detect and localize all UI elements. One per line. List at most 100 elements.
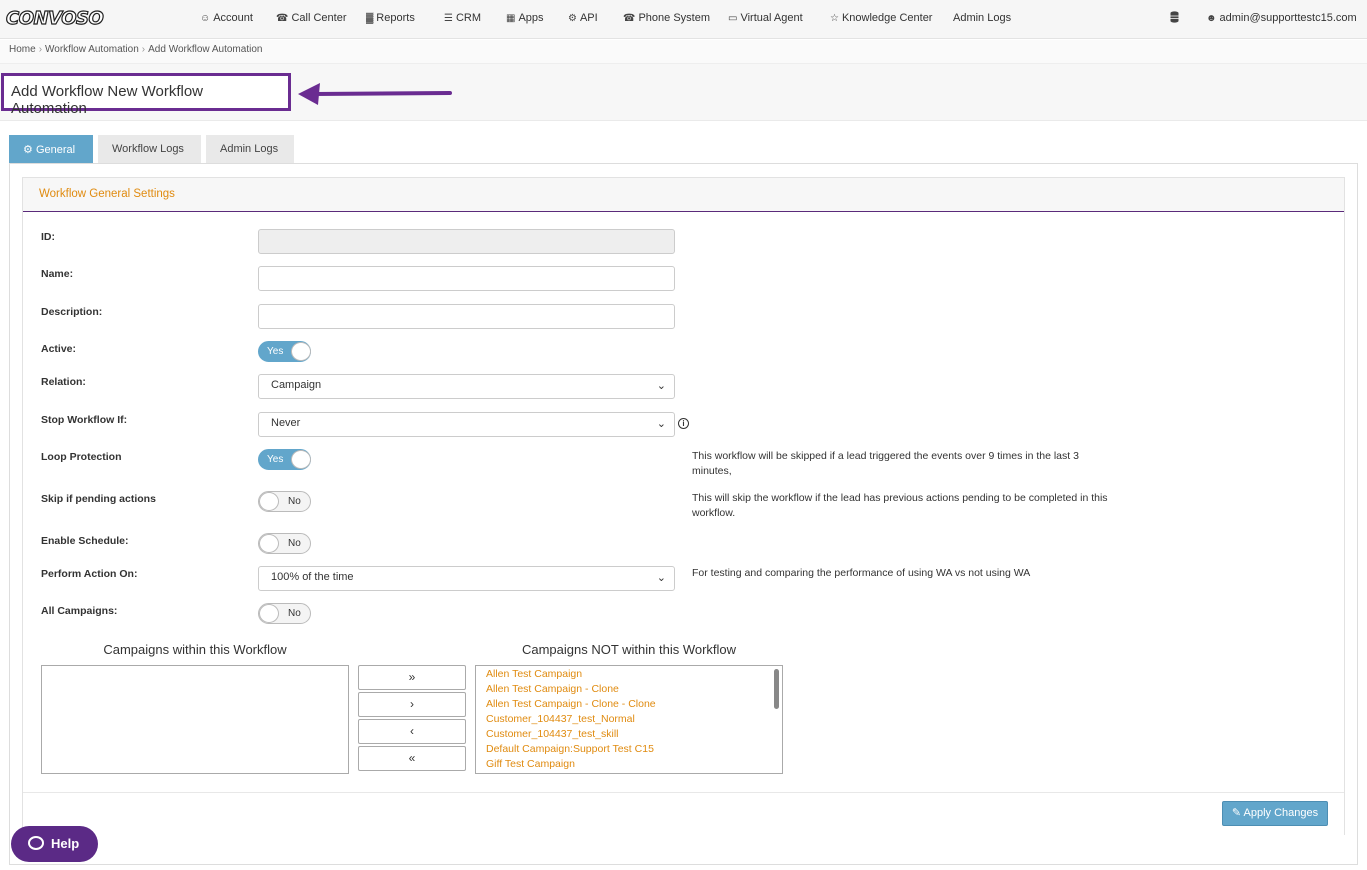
nav-phone-system[interactable]: ☎ Phone System (623, 12, 710, 24)
card-footer (23, 792, 1344, 836)
convoso-logo[interactable]: CONVOSO (5, 7, 104, 29)
list-item[interactable]: Allen Test Campaign (476, 667, 782, 682)
skip-pending-toggle[interactable]: No (258, 491, 311, 512)
chevron-down-icon: ⌄ (656, 418, 666, 430)
breadcrumb-home[interactable]: Home (9, 44, 36, 55)
name-field[interactable] (258, 266, 675, 291)
nav-api-label: API (579, 12, 598, 24)
toggle-knob (259, 604, 279, 623)
grid-icon: ▦ (506, 13, 516, 24)
nav-admin-logs-label: Admin Logs (953, 12, 1012, 24)
active-toggle[interactable]: Yes (258, 341, 311, 362)
nav-knowledge-center-label: Knowledge Center (841, 12, 933, 24)
toggle-knob (291, 342, 311, 361)
toggle-knob (259, 492, 279, 511)
move-left-button[interactable]: ‹ (358, 719, 466, 744)
nav-reports-label: Reports (376, 12, 415, 24)
nav-crm-label: CRM (455, 12, 482, 24)
card-title: Workflow General Settings (23, 178, 1344, 212)
page-title: Add Workflow New Workflow Automation (1, 73, 291, 117)
breadcrumb-separator: › (141, 44, 146, 55)
bar-chart-icon: ▓ (366, 13, 374, 24)
perform-action-label: Perform Action On: (41, 568, 138, 580)
nav-api[interactable]: ⚙ API (568, 12, 598, 24)
list-item[interactable]: Customer_104437_test_skill (476, 727, 782, 742)
relation-label: Relation: (41, 376, 86, 388)
breadcrumb-current: Add Workflow Automation (148, 44, 263, 55)
user-menu[interactable]: ☻ admin@supporttestc15.com (1206, 12, 1357, 24)
nav-apps-label: Apps (518, 12, 544, 24)
annotation-arrow (298, 83, 452, 105)
nav-admin-logs[interactable]: Admin Logs (953, 12, 1011, 24)
move-all-left-button[interactable]: « (358, 746, 466, 771)
breadcrumb-separator: › (38, 44, 43, 55)
description-label: Description: (41, 306, 103, 318)
list-icon: ☰ (444, 13, 453, 24)
list-item[interactable]: Allen Test Campaign - Clone - Clone (476, 697, 782, 712)
user-icon: ☻ (1206, 13, 1217, 24)
tab-general[interactable]: ⚙ General (9, 135, 93, 164)
perform-action-selected-value: 100% of the time (271, 571, 354, 583)
nav-account-label: Account (213, 12, 253, 24)
all-campaigns-toggle[interactable]: No (258, 603, 311, 624)
active-toggle-label: Yes (267, 346, 284, 357)
phone-icon: ☎ (276, 13, 289, 24)
breadcrumb: Home › Workflow Automation › Add Workflow Au… (0, 40, 1367, 64)
move-right-button[interactable]: › (358, 692, 466, 717)
nav-call-center[interactable]: ☎ Call Center (276, 12, 347, 24)
help-button[interactable]: Help (11, 826, 98, 862)
enable-schedule-toggle[interactable]: No (258, 533, 311, 554)
list-item[interactable]: Customer_104437_test_Normal (476, 712, 782, 727)
list-item[interactable]: Default Campaign:Support Test C15 (476, 742, 782, 757)
nav-knowledge-center[interactable]: ☆ Knowledge Center (830, 12, 932, 24)
apply-changes-label: Apply Changes (1243, 807, 1319, 819)
description-field[interactable] (258, 304, 675, 329)
move-all-right-button[interactable]: » (358, 665, 466, 690)
gears-icon: ⚙ (23, 144, 33, 156)
id-field (258, 229, 675, 254)
nav-account[interactable]: ☺ Account (200, 12, 253, 24)
campaigns-within-title: Campaigns within this Workflow (103, 642, 287, 657)
nav-reports[interactable]: ▓ Reports (366, 12, 415, 24)
id-label: ID: (41, 231, 55, 243)
scrollbar-thumb[interactable] (774, 669, 779, 709)
stop-workflow-selected-value: Never (271, 417, 301, 429)
chat-bubble-icon (28, 836, 44, 850)
tab-workflow-logs[interactable]: Workflow Logs (98, 135, 201, 164)
nav-virtual-agent[interactable]: ▭ Virtual Agent (728, 12, 803, 24)
chevron-down-icon: ⌄ (656, 572, 666, 584)
list-item[interactable]: Giff Test Campaign (476, 757, 782, 772)
list-item[interactable]: Allen Test Campaign - Clone (476, 682, 782, 697)
relation-select[interactable]: Campaign ⌄ (258, 374, 675, 399)
database-icon[interactable] (1170, 11, 1179, 26)
enable-schedule-toggle-label: No (288, 538, 301, 549)
skip-pending-toggle-label: No (288, 496, 301, 507)
nav-crm[interactable]: ☰ CRM (444, 12, 481, 24)
skip-pending-note: This will skip the workflow if the lead … (692, 492, 1108, 519)
all-campaigns-label: All Campaigns: (41, 605, 118, 617)
campaigns-within-list[interactable] (41, 665, 349, 774)
loop-protection-toggle[interactable]: Yes (258, 449, 311, 470)
user-email: admin@supporttestc15.com (1219, 12, 1357, 24)
nav-apps[interactable]: ▦ Apps (506, 12, 544, 24)
active-label: Active: (41, 343, 77, 355)
toggle-knob (259, 534, 279, 553)
name-label: Name: (41, 268, 74, 280)
campaigns-not-within-list[interactable]: Allen Test Campaign Allen Test Campaign … (475, 665, 783, 774)
stop-workflow-select[interactable]: Never ⌄ (258, 412, 675, 437)
stop-workflow-label: Stop Workflow If: (41, 414, 128, 426)
enable-schedule-label: Enable Schedule: (41, 535, 129, 547)
nav-call-center-label: Call Center (291, 12, 347, 24)
loop-protection-label: Loop Protection (41, 451, 122, 463)
apply-changes-button[interactable]: ✎ Apply Changes (1222, 801, 1328, 826)
perform-action-select[interactable]: 100% of the time ⌄ (258, 566, 675, 591)
loop-protection-note: This workflow will be skipped if a lead … (692, 450, 1079, 477)
relation-selected-value: Campaign (271, 379, 322, 391)
info-icon[interactable]: i (678, 418, 689, 429)
gear-icon: ⚙ (568, 13, 577, 24)
phone-icon: ☎ (623, 13, 636, 24)
toggle-knob (291, 450, 311, 469)
tab-admin-logs[interactable]: Admin Logs (206, 135, 294, 164)
breadcrumb-workflow-automation[interactable]: Workflow Automation (45, 44, 139, 55)
campaigns-not-within-title: Campaigns NOT within this Workflow (521, 642, 737, 657)
